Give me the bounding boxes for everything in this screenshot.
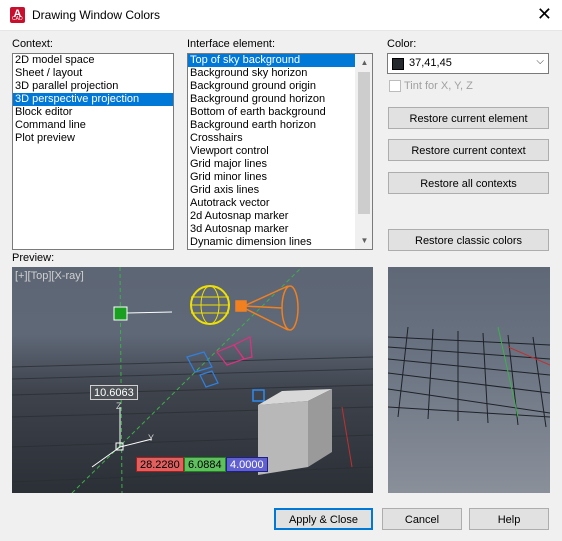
scroll-down-icon[interactable]: ▼ [356, 232, 372, 249]
context-list-item[interactable]: 2D model space [13, 54, 173, 67]
grip-green [113, 306, 128, 321]
interface-list-item[interactable]: Grid axis lines [188, 184, 372, 197]
coord-x-value: 28.2280 [136, 457, 184, 472]
interface-scrollbar[interactable]: ▲ ▼ [355, 54, 372, 249]
tint-label: Tint for X, Y, Z [404, 80, 473, 92]
interface-list-item[interactable]: Bottom of earth background [188, 106, 372, 119]
dimension-value: 10.6063 [90, 385, 138, 400]
scroll-up-icon[interactable]: ▲ [356, 54, 372, 71]
interface-list-item[interactable]: Grid minor lines [188, 171, 372, 184]
spotlight-glyph [235, 285, 299, 331]
interface-list-item[interactable]: Background ground horizon [188, 93, 372, 106]
color-value: 37,41,45 [409, 57, 452, 69]
context-list-item[interactable]: Sheet / layout [13, 67, 173, 80]
restore-all-contexts-button[interactable]: Restore all contexts [388, 172, 549, 194]
scroll-thumb[interactable] [358, 72, 370, 214]
cancel-button[interactable]: Cancel [382, 508, 462, 530]
preview-perspective-viewport [388, 267, 550, 493]
light-sphere-glyph [190, 285, 230, 325]
green-axis-line [119, 267, 123, 493]
interface-list-item[interactable]: Dynamic dimension lines [188, 236, 372, 249]
restore-current-context-button[interactable]: Restore current context [388, 139, 549, 161]
tint-checkbox[interactable] [389, 80, 401, 93]
interface-list-item[interactable]: Crosshairs [188, 132, 372, 145]
preview-3d-viewport: [+][Top][X-ray] 10.6063 Z Y 28.2280 6.08… [12, 267, 373, 493]
context-list-item[interactable]: Plot preview [13, 132, 173, 145]
color-select[interactable]: 37,41,45 ⌵ [387, 53, 549, 74]
context-list-item[interactable]: 3D perspective projection [13, 93, 173, 106]
context-list-item[interactable]: Command line [13, 119, 173, 132]
help-button[interactable]: Help [469, 508, 549, 530]
interface-list-item[interactable]: Background sky horizon [188, 67, 372, 80]
color-swatch [392, 58, 404, 70]
coord-z-value: 4.0000 [226, 457, 268, 472]
interface-list-item[interactable]: Background earth horizon [188, 119, 372, 132]
interface-list-item[interactable]: Autotrack vector [188, 197, 372, 210]
restore-current-element-button[interactable]: Restore current element [388, 107, 549, 129]
red-axis-line [341, 406, 353, 468]
context-list-item[interactable]: Block editor [13, 106, 173, 119]
box-solid [258, 389, 332, 475]
apply-close-button[interactable]: Apply & Close [274, 508, 373, 530]
context-listbox[interactable]: 2D model space Sheet / layout 3D parallel … [12, 53, 174, 250]
context-list-item[interactable]: 3D parallel projection [13, 80, 173, 93]
perspective-grid [388, 326, 550, 428]
axis-z-label: Z [116, 401, 122, 411]
axis-y-label: Y [148, 433, 155, 443]
window-title: Drawing Window Colors [32, 8, 161, 22]
chevron-down-icon: ⌵ [536, 56, 544, 67]
interface-element-label: Interface element: [187, 38, 276, 50]
interface-list-item[interactable]: 3d Autosnap marker [188, 223, 372, 236]
context-label: Context: [12, 38, 53, 50]
interface-list-item[interactable]: Top of sky background [188, 54, 372, 67]
coord-y-value: 6.0884 [184, 457, 226, 472]
interface-list-item[interactable]: 2d Autosnap marker [188, 210, 372, 223]
interface-list-item[interactable]: Grid major lines [188, 158, 372, 171]
interface-list-item[interactable]: Background ground origin [188, 80, 372, 93]
restore-classic-colors-button[interactable]: Restore classic colors [388, 229, 549, 251]
viewport-label: [+][Top][X-ray] [15, 270, 84, 282]
autocad-app-icon: A CAD [10, 7, 25, 23]
grip-blue [252, 389, 265, 402]
color-label: Color: [387, 38, 417, 50]
close-icon[interactable]: ✕ [537, 4, 552, 24]
interface-element-listbox[interactable]: Top of sky background Background sky hori… [187, 53, 373, 250]
tint-checkbox-row[interactable]: Tint for X, Y, Z [389, 80, 473, 93]
interface-list-item[interactable]: Viewport control [188, 145, 372, 158]
title-bar: A CAD Drawing Window Colors ✕ [0, 0, 562, 31]
preview-label: Preview: [12, 252, 55, 264]
